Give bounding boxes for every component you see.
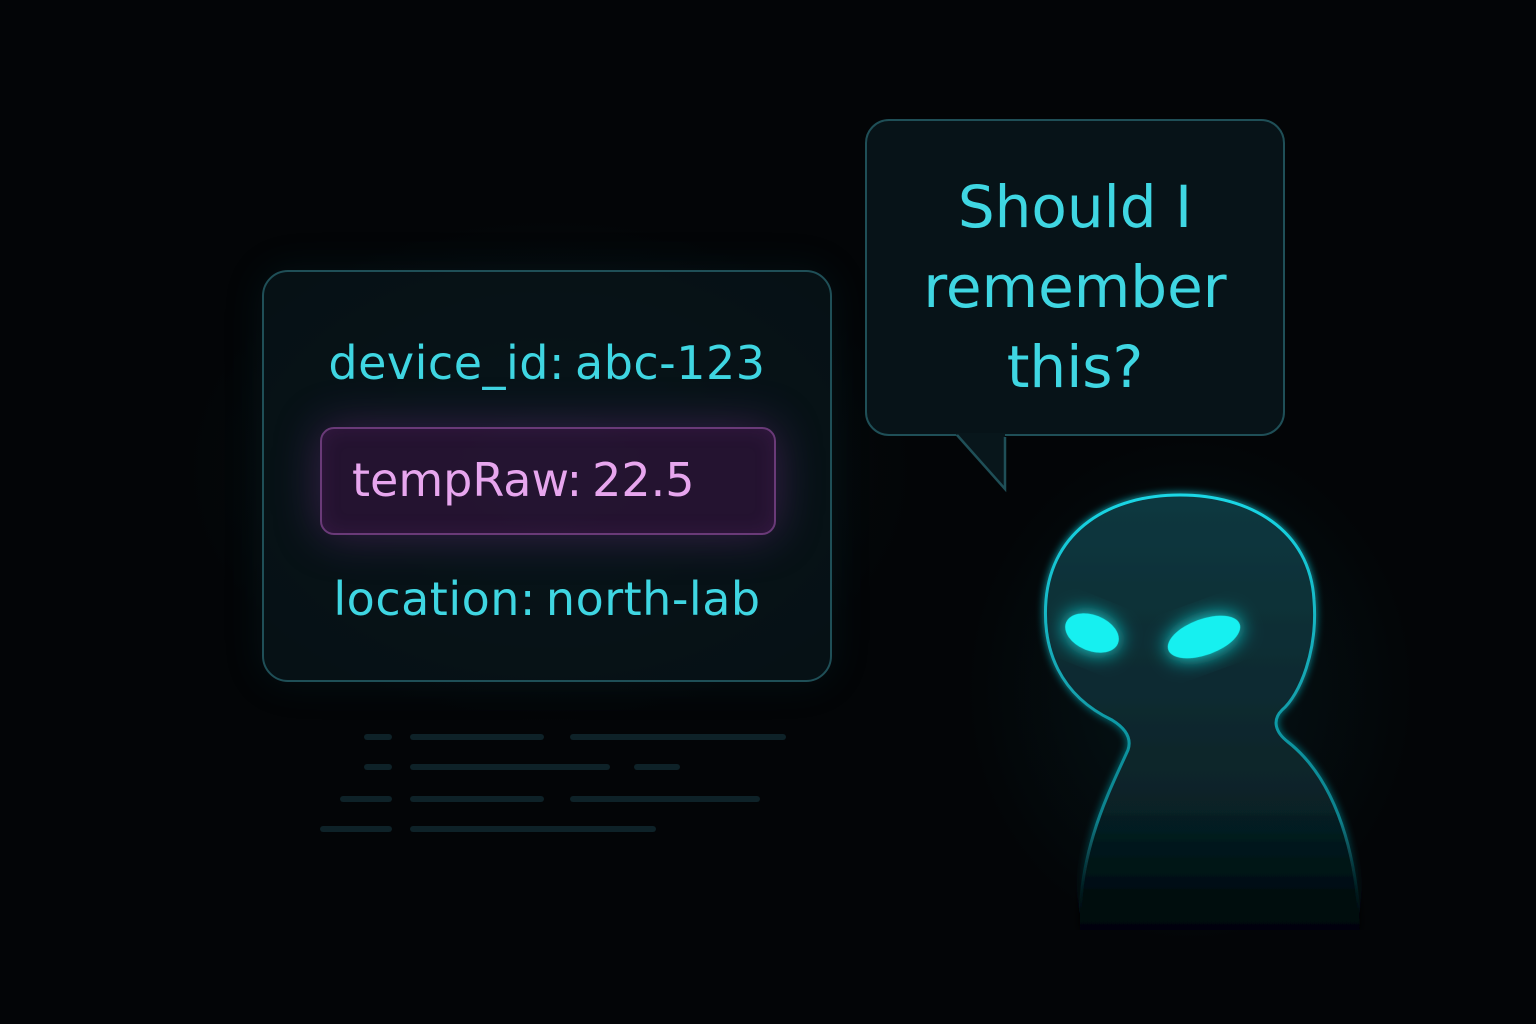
speech-line-1: Should I: [957, 173, 1193, 241]
faded-line: [410, 796, 544, 802]
location-field: location: north-lab: [264, 572, 830, 626]
faded-text-lines: [320, 732, 800, 842]
faded-line: [320, 826, 392, 832]
faded-line: [570, 734, 786, 740]
temp-raw-highlight[interactable]: tempRaw: 22.5: [320, 427, 776, 535]
speech-bubble: Should I remember this?: [865, 119, 1285, 436]
faded-line: [364, 734, 392, 740]
data-card: device_id: abc-123 tempRaw: 22.5 location:…: [262, 270, 832, 682]
device-id-field: device_id: abc-123: [264, 336, 830, 390]
scene: device_id: abc-123 tempRaw: 22.5 location:…: [0, 0, 1536, 1024]
speech-line-2: remember: [923, 253, 1227, 321]
faded-line: [340, 796, 392, 802]
faded-line: [570, 796, 760, 802]
faded-line: [410, 734, 544, 740]
faded-line: [410, 826, 656, 832]
device-id-label: device_id:: [328, 336, 565, 390]
glowing-alien-figure-icon: [1043, 493, 1362, 930]
faded-line: [364, 764, 392, 770]
location-value: north-lab: [545, 572, 761, 626]
speech-bubble-text: Should I remember this?: [867, 167, 1283, 407]
temp-raw-label: tempRaw:: [352, 453, 583, 507]
device-id-value: abc-123: [575, 336, 766, 390]
location-label: location:: [333, 572, 536, 626]
faded-line: [410, 764, 610, 770]
speech-line-3: this?: [1006, 333, 1144, 401]
temp-raw-field: tempRaw: 22.5: [352, 453, 695, 507]
faded-line: [634, 764, 680, 770]
temp-raw-value: 22.5: [592, 453, 695, 507]
